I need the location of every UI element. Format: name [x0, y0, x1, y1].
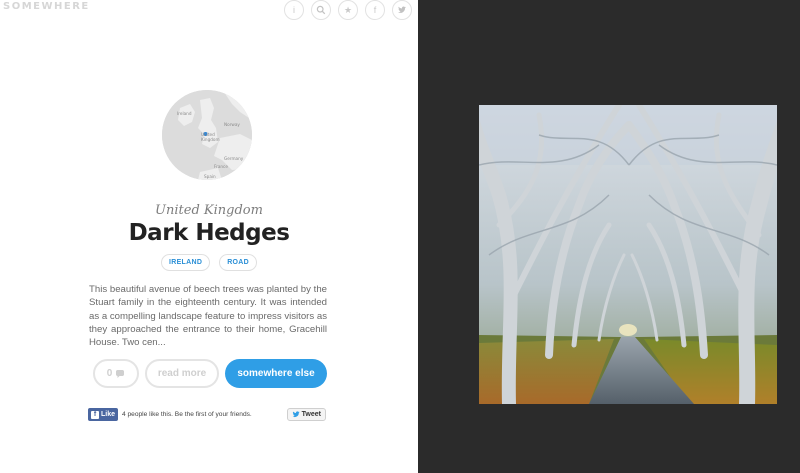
location-map: Ireland United Kingdom Norway Germany Fr… — [162, 90, 252, 180]
facebook-icon[interactable]: f — [365, 0, 385, 20]
map-label-spain: Spain — [204, 174, 216, 179]
comment-count: 0 — [106, 368, 113, 379]
site-logo[interactable]: SOMEWHERE — [3, 1, 90, 12]
place-title: Dark Hedges — [128, 220, 290, 246]
map-label-ireland: Ireland — [177, 111, 192, 116]
action-bar: 0 read more somewhere else — [93, 359, 327, 388]
comment-bubble-icon — [116, 369, 125, 378]
twitter-icon[interactable] — [392, 0, 412, 20]
map-label-germany: Germany — [224, 156, 244, 161]
facebook-like-count: 4 people like this. Be the first of your… — [122, 411, 252, 418]
svg-text:Kingdom: Kingdom — [201, 137, 220, 142]
star-icon[interactable]: ★ — [338, 0, 358, 20]
tweet-button[interactable]: Tweet — [286, 408, 326, 421]
map-label-france: France — [214, 164, 228, 169]
place-description: This beautiful avenue of beech trees was… — [89, 284, 327, 349]
tag-ireland[interactable]: IRELAND — [160, 254, 211, 271]
facebook-like-label: Like — [101, 411, 116, 418]
tag-list: IRELAND ROAD — [0, 254, 418, 271]
facebook-icon: f — [91, 410, 99, 419]
somewhere-else-button[interactable]: somewhere else — [225, 359, 327, 388]
search-icon[interactable] — [311, 0, 331, 20]
social-bar: f Like 4 people like this. Be the first … — [88, 408, 326, 421]
comment-count-button[interactable]: 0 — [93, 359, 139, 388]
facebook-like-button[interactable]: f Like — [88, 408, 119, 421]
info-icon[interactable]: i — [284, 0, 304, 20]
tag-road[interactable]: ROAD — [219, 254, 258, 271]
map-label-norway: Norway — [224, 122, 240, 127]
place-country: United Kingdom — [155, 203, 263, 218]
twitter-bird-icon — [292, 411, 300, 418]
read-more-button[interactable]: read more — [145, 359, 219, 388]
header-icon-bar: i ★ f — [284, 0, 412, 20]
left-panel: SOMEWHERE i ★ f Ireland United Kingdom N… — [0, 0, 418, 473]
place-photo[interactable] — [479, 105, 777, 404]
tweet-label: Tweet — [301, 411, 321, 418]
